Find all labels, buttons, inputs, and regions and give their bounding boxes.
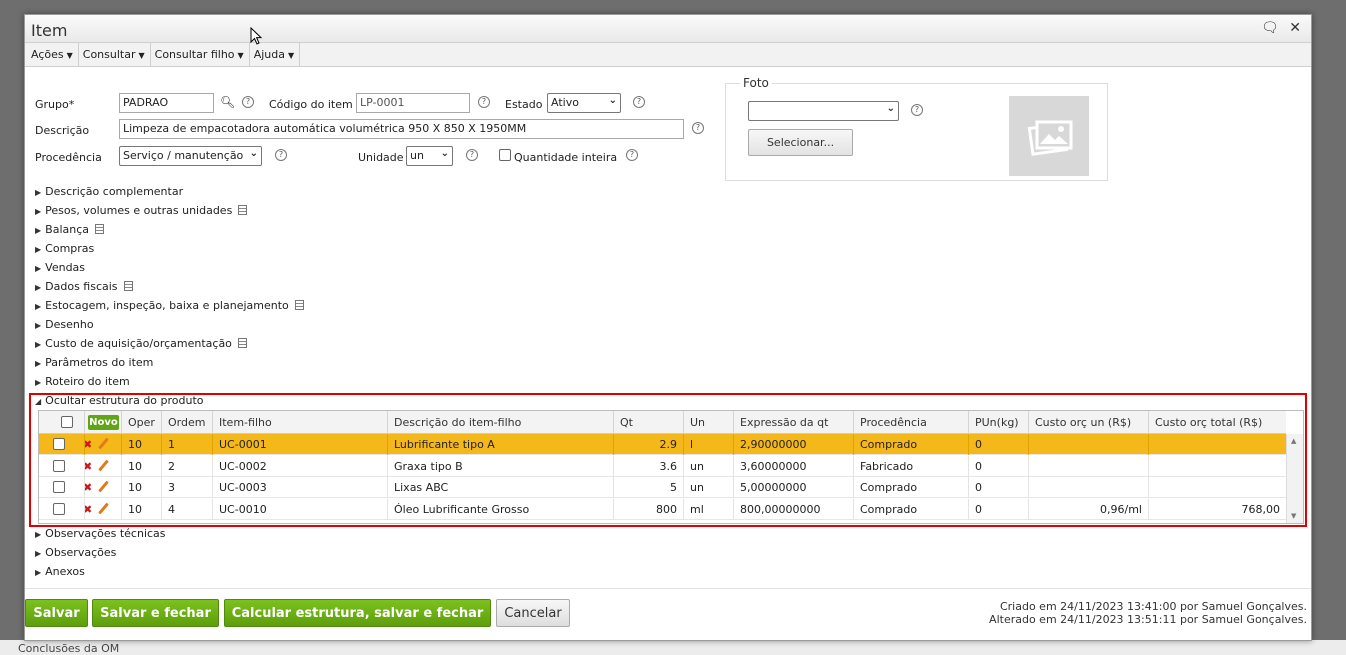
section-balanca[interactable]: ▶ Balança [35, 223, 105, 236]
image-placeholder-icon [1009, 96, 1089, 176]
caret-right-icon: ▶ [35, 264, 42, 273]
section-vendas[interactable]: ▶ Vendas [35, 261, 85, 274]
estado-select[interactable]: Ativo ⌄ [547, 93, 621, 113]
procedencia-select[interactable]: Serviço / manutenção ⌄ [119, 146, 262, 166]
chevron-down-icon: ⌄ [886, 103, 895, 114]
calcular-estrutura-button[interactable]: Calcular estrutura, salvar e fechar [224, 599, 491, 627]
section-estocagem[interactable]: ▶ Estocagem, inspeção, baixa e planejamen… [35, 299, 304, 312]
help-icon[interactable]: ? [911, 104, 923, 116]
caret-right-icon: ▶ [35, 302, 42, 311]
caret-right-icon: ▶ [35, 188, 42, 197]
close-icon[interactable]: ✕ [1289, 20, 1301, 36]
chat-icon[interactable]: 🗨︎ [1261, 20, 1279, 36]
help-icon[interactable]: ? [626, 149, 638, 161]
criado-text: Criado em 24/11/2023 13:41:00 por Samuel… [999, 600, 1307, 613]
quantidade-inteira-checkbox[interactable] [499, 149, 511, 161]
document-icon [237, 338, 247, 348]
menubar: Ações ▼ Consultar ▼ Consultar filho ▼ Ajuda… [25, 43, 1311, 67]
chevron-down-icon: ▼ [287, 51, 295, 60]
help-icon[interactable]: ? [692, 122, 704, 134]
section-compras[interactable]: ▶ Compras [35, 242, 94, 255]
chevron-down-icon: ▼ [237, 51, 244, 60]
section-descricao-complementar[interactable]: ▶ Descrição complementar [35, 185, 183, 198]
document-icon [95, 224, 105, 234]
help-icon[interactable]: ? [275, 149, 287, 161]
descricao-field[interactable]: Limpeza de empacotadora automática volum… [119, 119, 684, 139]
dialog-titlebar: Item 🗨︎ ✕ [25, 15, 1311, 43]
codigo-field[interactable]: LP-0001 [356, 93, 470, 113]
document-icon [294, 300, 304, 310]
section-dados-fiscais[interactable]: ▶ Dados fiscais [35, 280, 133, 293]
caret-right-icon: ▶ [35, 568, 42, 577]
grupo-label: Grupo* [35, 98, 75, 111]
section-pesos-volumes[interactable]: ▶ Pesos, volumes e outras unidades [35, 204, 248, 217]
section-observacoes-tecnicas[interactable]: ▶ Observações técnicas [35, 527, 166, 540]
search-icon[interactable]: 🔍︎ [220, 95, 235, 109]
chevron-down-icon: ▼ [66, 51, 73, 60]
dialog-footer: Salvar Salvar e fechar Calcular estrutur… [25, 588, 1311, 640]
foto-panel: Foto ⌄ ? Selecionar... [725, 76, 1108, 181]
document-icon [123, 281, 133, 291]
menu-consultar[interactable]: Consultar ▼ [79, 43, 151, 66]
help-icon[interactable]: ? [242, 96, 254, 108]
salvar-fechar-button[interactable]: Salvar e fechar [92, 599, 219, 627]
help-icon[interactable]: ? [633, 96, 645, 108]
section-observacoes[interactable]: ▶ Observações [35, 546, 116, 559]
caret-right-icon: ▶ [35, 549, 42, 558]
cancelar-button[interactable]: Cancelar [496, 599, 570, 627]
chevron-down-icon: ⌄ [608, 95, 617, 106]
foto-legend: Foto [740, 76, 772, 90]
document-icon [238, 205, 248, 215]
caret-right-icon: ▶ [35, 226, 42, 235]
dialog-title: Item [31, 21, 68, 40]
caret-right-icon: ▶ [35, 359, 42, 368]
unidade-label: Unidade [358, 151, 404, 164]
chevron-down-icon: ⌄ [440, 148, 449, 159]
estado-label: Estado [505, 98, 543, 111]
audit-info: Criado em 24/11/2023 13:41:00 por Samuel… [989, 600, 1307, 626]
item-dialog: Item 🗨︎ ✕ Ações ▼ Consultar ▼ Consultar fi… [24, 14, 1312, 641]
help-icon[interactable]: ? [466, 149, 478, 161]
caret-right-icon: ▶ [35, 378, 42, 387]
mouse-cursor-icon [250, 27, 263, 45]
chevron-down-icon: ▼ [138, 51, 145, 60]
highlight-box [29, 393, 1307, 527]
unidade-select[interactable]: un ⌄ [406, 146, 453, 166]
caret-right-icon: ▶ [35, 283, 42, 292]
caret-right-icon: ▶ [35, 245, 42, 254]
chevron-down-icon: ⌄ [249, 148, 258, 159]
menu-acoes[interactable]: Ações ▼ [27, 43, 79, 66]
form-content: Grupo* PADRAO 🔍︎ ? Código do item LP-000… [25, 68, 1309, 588]
salvar-button[interactable]: Salvar [25, 599, 88, 627]
quantidade-inteira-label: Quantidade inteira [514, 151, 618, 164]
selecionar-foto-button[interactable]: Selecionar... [748, 129, 853, 156]
section-roteiro[interactable]: ▶ Roteiro do item [35, 375, 130, 388]
descricao-label: Descrição [35, 124, 90, 137]
section-custo-aquisicao[interactable]: ▶ Custo de aquisição/orçamentação [35, 337, 247, 350]
menu-consultar-filho[interactable]: Consultar filho ▼ [151, 43, 250, 66]
caret-right-icon: ▶ [35, 321, 42, 330]
foto-select[interactable]: ⌄ [748, 101, 899, 121]
caret-right-icon: ▶ [35, 207, 42, 216]
section-desenho[interactable]: ▶ Desenho [35, 318, 94, 331]
caret-right-icon: ▶ [35, 340, 42, 349]
grupo-field[interactable]: PADRAO [119, 93, 214, 113]
procedencia-label: Procedência [35, 151, 102, 164]
section-anexos[interactable]: ▶ Anexos [35, 565, 85, 578]
section-parametros[interactable]: ▶ Parâmetros do item [35, 356, 153, 369]
codigo-label: Código do item [269, 98, 353, 111]
background-text: Conclusões da OM [18, 642, 120, 655]
caret-right-icon: ▶ [35, 530, 42, 539]
alterado-text: Alterado em 24/11/2023 13:51:11 por Samu… [989, 613, 1307, 626]
help-icon[interactable]: ? [478, 96, 490, 108]
background-bar: Conclusões da OM [0, 640, 1346, 655]
